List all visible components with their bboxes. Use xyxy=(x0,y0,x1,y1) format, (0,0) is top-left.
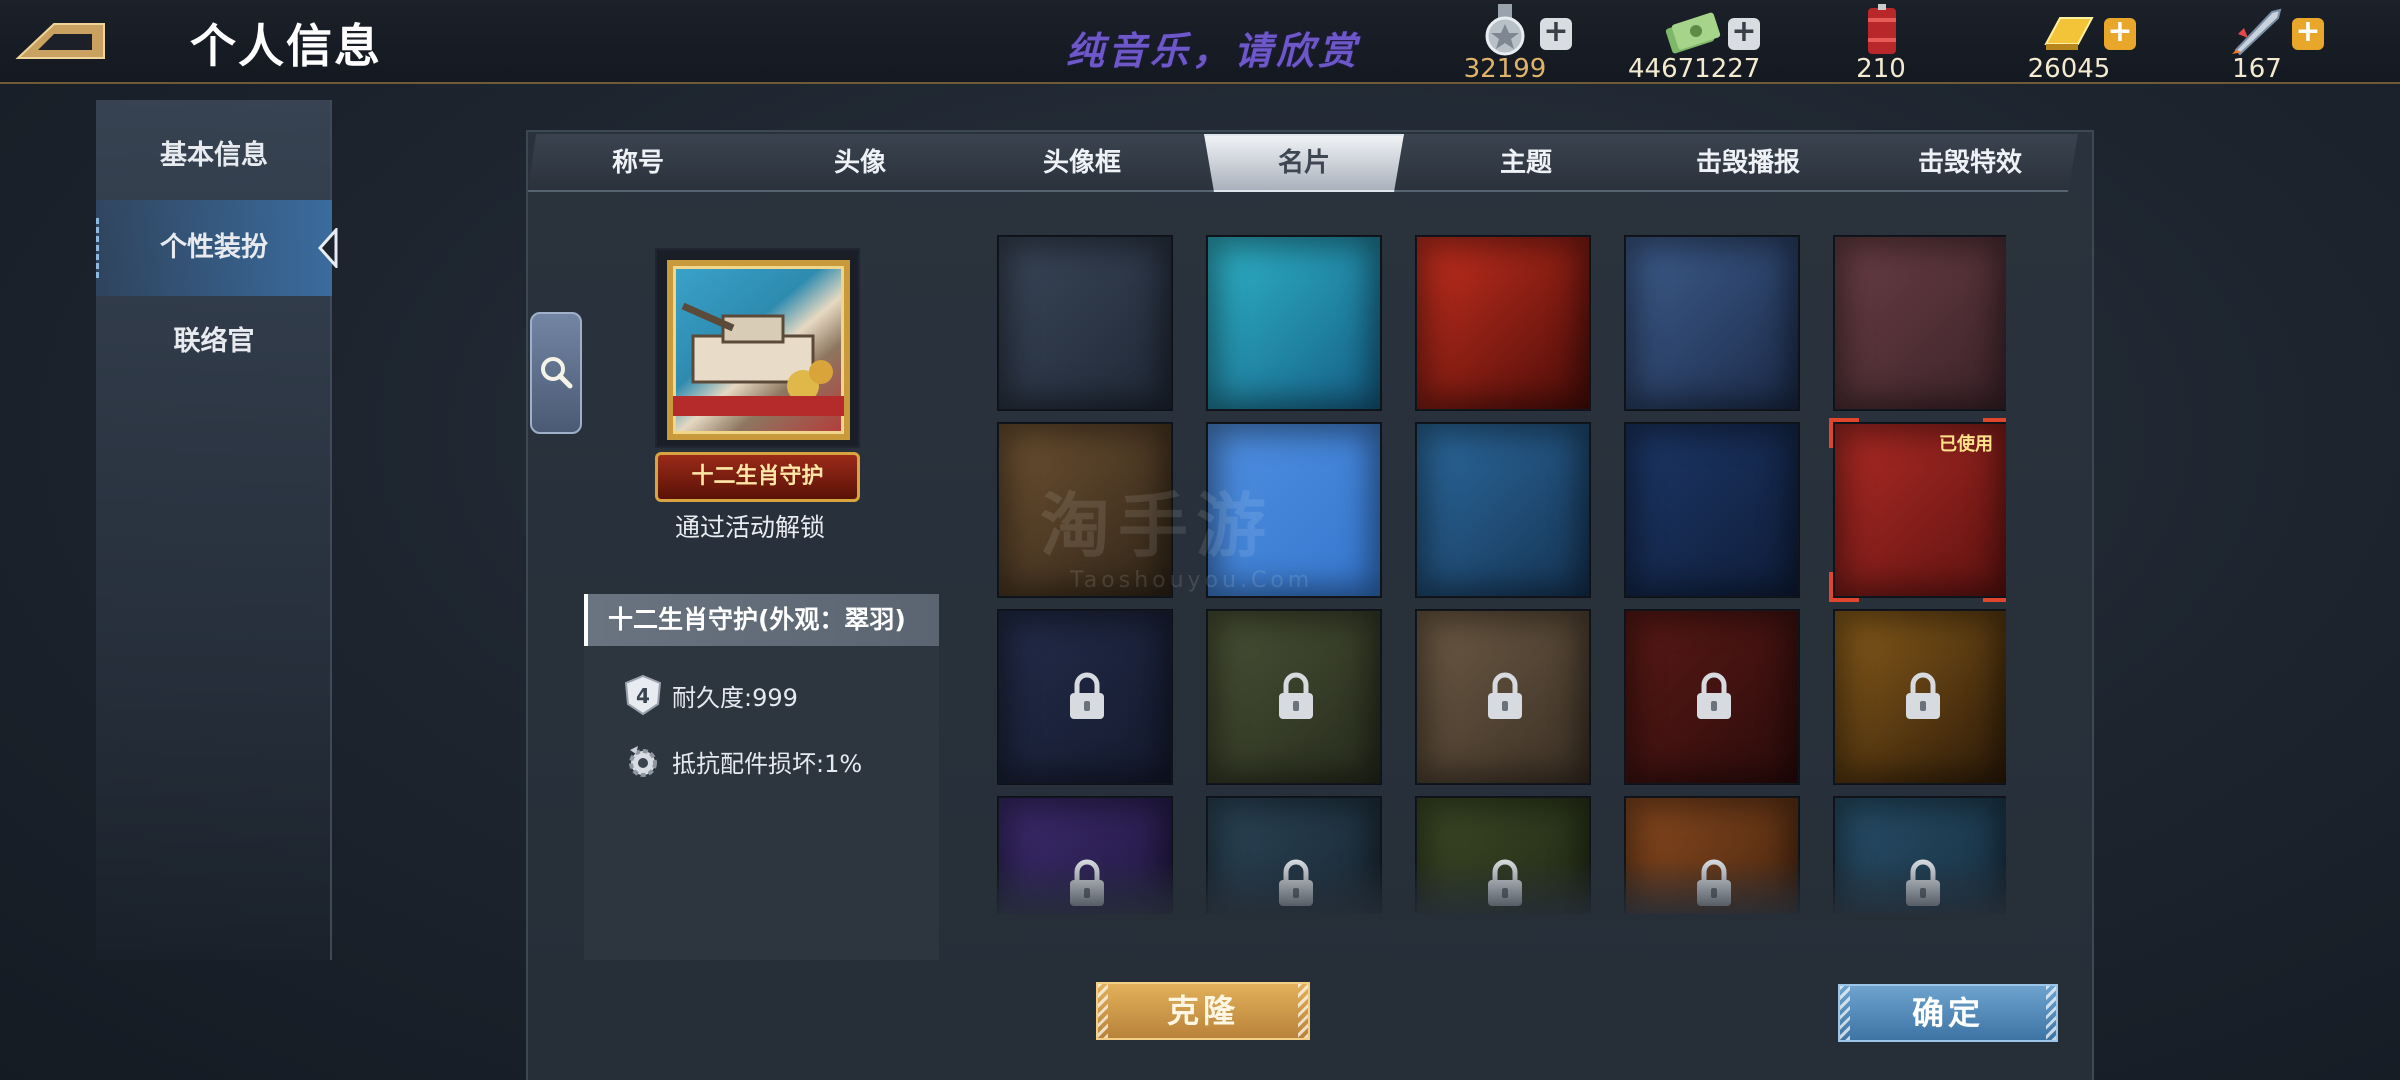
unlock-hint: 通过活动解锁 xyxy=(674,513,825,542)
watermark-subtext: Taoshouyou.Com xyxy=(1070,568,1314,593)
resource-gold: + 26045 xyxy=(2004,2,2136,84)
music-marquee-text: 纯音乐，请欣赏 xyxy=(1066,29,1361,73)
stat-accessory-resist-text: 抵抗配件损坏:1% xyxy=(672,750,863,778)
button-stripes-right xyxy=(1298,984,1308,1038)
resource-cash: + 44671227 xyxy=(1628,2,1761,84)
stat-durability: 4 耐久度:999 xyxy=(622,672,922,718)
gear-damage-icon xyxy=(629,746,657,777)
card-tile-blue-checker[interactable] xyxy=(1625,236,1799,410)
card-name-banner: 十二生肖守护 xyxy=(655,452,860,502)
card-tile-blue-floral[interactable] xyxy=(1416,423,1590,597)
tab-bar: 称号 头像 头像框 名片 主题 击毁播报 击毁特效 xyxy=(528,134,2086,192)
stat-durability-text: 耐久度:999 xyxy=(672,684,798,712)
add-gold-button[interactable]: + xyxy=(2104,17,2136,50)
tab-kill-broadcast[interactable]: 击毁播报 xyxy=(1638,134,1858,192)
back-button[interactable] xyxy=(14,14,108,64)
resource-rocket: + 167 xyxy=(2192,2,2324,84)
back-arrow-icon xyxy=(15,23,105,59)
lock-icon xyxy=(1903,671,1943,721)
card-tile-star-dark[interactable] xyxy=(998,610,1172,784)
side-item-label: 个性装扮 xyxy=(160,232,268,263)
active-indicator xyxy=(96,218,100,278)
card-vignette xyxy=(1417,237,1589,409)
tab-business-card[interactable]: 名片 xyxy=(1204,134,1404,192)
selection-corner xyxy=(1983,572,2006,602)
card-vignette xyxy=(1626,424,1798,596)
stat-accessory-resist: 抵抗配件损坏:1% xyxy=(622,738,922,784)
card-tile-ocean[interactable] xyxy=(1207,236,1381,410)
side-item-liaison[interactable]: 联络官 xyxy=(96,294,332,390)
tab-avatar[interactable]: 头像 xyxy=(750,134,970,192)
card-tile-amber-glow[interactable] xyxy=(1834,610,2006,784)
svg-text:4: 4 xyxy=(636,684,650,708)
card-vignette xyxy=(999,237,1171,409)
side-item-label: 联络官 xyxy=(173,326,255,357)
card-tile-dark-red[interactable] xyxy=(1625,610,1799,784)
card-preview xyxy=(655,248,860,448)
tank-image-icon xyxy=(673,302,844,416)
card-vignette xyxy=(1835,237,2006,409)
tab-kill-effect[interactable]: 击毁特效 xyxy=(1860,134,2080,192)
add-medal-button[interactable]: + xyxy=(1540,17,1572,50)
fuel-count: 210 xyxy=(1856,54,1906,84)
medal-count: 32199 xyxy=(1463,54,1547,84)
add-cash-button[interactable]: + xyxy=(1728,17,1760,50)
page-title: 个人信息 xyxy=(190,19,382,73)
card-tile-camo-green[interactable] xyxy=(1207,610,1381,784)
add-rocket-button[interactable]: + xyxy=(2292,17,2324,50)
side-item-basic-info[interactable]: 基本信息 xyxy=(96,108,332,204)
side-item-personal-decor[interactable]: 个性装扮 xyxy=(96,200,338,296)
card-tile-purple-swirl[interactable] xyxy=(1834,236,2006,410)
button-stripes-left xyxy=(1098,984,1108,1038)
lock-icon xyxy=(1067,671,1107,721)
grid-scroll-fade xyxy=(996,860,2006,920)
tab-avatar-frame[interactable]: 头像框 xyxy=(972,134,1192,192)
rocket-count: 167 xyxy=(2232,54,2282,84)
lock-icon xyxy=(1276,671,1316,721)
gold-count: 26045 xyxy=(2027,54,2111,84)
lock-icon xyxy=(1694,671,1734,721)
cash-icon xyxy=(1665,12,1721,54)
clone-button-label: 克隆 xyxy=(1166,992,1239,1030)
search-button[interactable] xyxy=(530,312,582,434)
card-vignette xyxy=(1208,237,1380,409)
card-tile-hexagon-steel[interactable] xyxy=(998,236,1172,410)
cash-count: 44671227 xyxy=(1628,54,1761,84)
card-preview-image xyxy=(667,260,850,440)
chevron-left-icon xyxy=(317,228,338,268)
fuel-barrel-icon xyxy=(1868,4,1896,54)
side-menu: 基本信息 个性装扮 联络官 xyxy=(96,100,338,960)
selection-corner xyxy=(1829,418,1859,448)
button-stripes-right xyxy=(2046,986,2056,1040)
rocket-icon xyxy=(2232,8,2282,56)
durability-shield-icon: 4 xyxy=(624,674,662,716)
resource-fuel: 210 xyxy=(1816,2,1946,84)
clone-button[interactable]: 克隆 xyxy=(1096,982,1310,1040)
card-tile-tan-stripes[interactable] xyxy=(1416,610,1590,784)
card-vignette xyxy=(1626,237,1798,409)
side-item-label: 基本信息 xyxy=(160,140,268,171)
top-bar: 个人信息 纯音乐，请欣赏 + 32199 + 44671227 210 + 26… xyxy=(0,0,2400,84)
card-vignette xyxy=(1417,424,1589,596)
selection-corner xyxy=(1983,418,2006,448)
card-tile-red-cloud[interactable]: 已使用 xyxy=(1829,418,2006,602)
gold-bar-icon xyxy=(2044,17,2094,50)
card-info-title: 十二生肖守护(外观：翠羽) xyxy=(584,594,939,646)
tab-title[interactable]: 称号 xyxy=(528,134,748,192)
tab-theme[interactable]: 主题 xyxy=(1416,134,1636,192)
search-icon xyxy=(541,357,573,389)
selection-corner xyxy=(1829,572,1859,602)
resource-medal: + 32199 xyxy=(1440,2,1572,84)
medal-icon xyxy=(1485,4,1525,56)
lock-icon xyxy=(1485,671,1525,721)
confirm-button-label: 确定 xyxy=(1911,994,1984,1032)
card-tile-navy-wave[interactable] xyxy=(1625,423,1799,597)
button-stripes-left xyxy=(1840,986,1850,1040)
confirm-button[interactable]: 确定 xyxy=(1838,984,2058,1042)
card-tile-red-flag[interactable] xyxy=(1416,236,1590,410)
